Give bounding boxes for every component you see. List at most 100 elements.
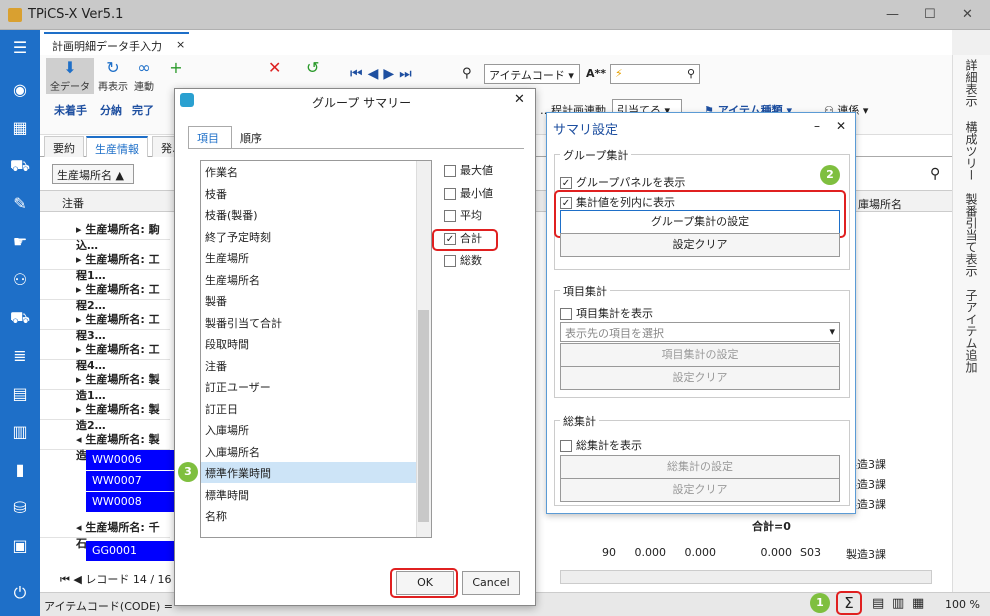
not-started-button[interactable]: 未着手 xyxy=(54,102,87,118)
list-item[interactable]: 段取時間 xyxy=(201,333,416,354)
table-row[interactable]: WW0008 xyxy=(86,492,176,512)
search-icon[interactable]: ⚲ xyxy=(687,67,695,80)
list-item[interactable]: 訂正日 xyxy=(201,398,416,419)
dialog-tab-items[interactable]: 項目 xyxy=(188,126,232,148)
cancel-button[interactable]: Cancel xyxy=(462,571,520,595)
handshake-icon[interactable]: ⚇ xyxy=(0,265,40,295)
show-group-panel-checkbox[interactable]: ✓ グループパネルを表示 xyxy=(560,174,685,190)
list-item[interactable]: 標準時間 xyxy=(201,484,416,505)
grid-search-icon[interactable]: ⚲ xyxy=(930,166,940,182)
panel-minimize-icon[interactable]: – xyxy=(814,119,820,133)
col-order-no[interactable]: 注番 xyxy=(62,195,84,211)
table-row[interactable]: GG0001 xyxy=(86,541,176,561)
show-in-column-checkbox[interactable]: ✓ 集計値を列内に表示 xyxy=(560,194,675,210)
detail-view-tab[interactable]: 詳細表示 xyxy=(963,59,980,107)
document-tab[interactable]: 計画明細データ手入力 × xyxy=(44,32,189,54)
list-item[interactable]: 注番 xyxy=(201,355,416,376)
group-row[interactable]: ▸ 生産場所名: 工程2… xyxy=(40,276,170,312)
maximize-icon[interactable]: ☐ xyxy=(924,7,936,22)
list-item[interactable]: 終了予定時刻 xyxy=(201,226,416,247)
list-item[interactable]: 入庫場所名 xyxy=(201,441,416,462)
list-item[interactable]: 生産場所名 xyxy=(201,269,416,290)
tab-summary[interactable]: 要約 xyxy=(44,136,84,157)
cancel-x-icon[interactable]: ✕ xyxy=(268,58,281,77)
item-clear-button[interactable]: 設定クリア xyxy=(560,366,840,390)
group-row[interactable]: ▸ 生産場所名: 製造2… xyxy=(40,396,170,432)
table-row[interactable]: WW0007 xyxy=(86,471,176,491)
close-icon[interactable]: ✕ xyxy=(962,7,973,22)
sigma-summary-button[interactable]: Σ xyxy=(836,591,862,615)
record-nav[interactable]: ⏮◀▶⏭ xyxy=(350,66,417,82)
list-item[interactable]: 標準作業時間 xyxy=(201,462,416,483)
inbox-icon[interactable]: ▤ xyxy=(0,379,40,409)
bar-chart-icon[interactable]: ▮ xyxy=(0,455,40,485)
group-row[interactable]: ▸ 生産場所名: 駒込… xyxy=(40,216,170,252)
chart-icon[interactable]: ▦ xyxy=(0,113,40,143)
menu-icon[interactable]: ☰ xyxy=(0,33,40,63)
robot-icon[interactable]: ◉ xyxy=(0,75,40,105)
view-grid-icon[interactable]: ▦ xyxy=(912,596,924,611)
hand-icon[interactable]: ☛ xyxy=(0,227,40,257)
list-item[interactable]: 名称 xyxy=(201,505,416,526)
view-list-icon[interactable]: ▤ xyxy=(872,596,884,611)
group-row[interactable]: ▸ 生産場所名: 工程3… xyxy=(40,306,170,342)
horizontal-scrollbar[interactable] xyxy=(560,570,932,584)
group-row[interactable]: ◂ 生産場所名: 製造3… xyxy=(40,426,170,462)
all-data-button[interactable]: ⬇ 全データ xyxy=(46,58,94,94)
summary-option-checkbox[interactable]: 平均 xyxy=(444,207,482,223)
list-item[interactable]: 製番 xyxy=(201,290,416,311)
group-row[interactable]: ▸ 生産場所名: 工程4… xyxy=(40,336,170,372)
item-settings-button[interactable]: 項目集計の設定 xyxy=(560,343,840,367)
summary-option-checkbox[interactable]: 総数 xyxy=(444,252,482,268)
show-total-checkbox[interactable]: 総集計を表示 xyxy=(560,437,642,453)
group-row[interactable]: ▸ 生産場所名: 工程1… xyxy=(40,246,170,282)
partial-button[interactable]: 分納 xyxy=(100,102,122,118)
group-row[interactable]: ▸ 生産場所名: 製造1… xyxy=(40,366,170,402)
list-item[interactable]: 訂正ユーザー xyxy=(201,376,416,397)
dialog-close-icon[interactable]: ✕ xyxy=(514,92,525,107)
wrench-icon[interactable]: ✎ xyxy=(0,189,40,219)
group-clear-button[interactable]: 設定クリア xyxy=(560,233,840,257)
truck-icon[interactable]: ⛟ xyxy=(0,303,40,333)
child-item-add-tab[interactable]: 子アイテム追加 xyxy=(963,289,980,373)
list-item[interactable]: 枝番 xyxy=(201,183,416,204)
list-item[interactable]: 入庫場所 xyxy=(201,419,416,440)
total-settings-button[interactable]: 総集計の設定 xyxy=(560,455,840,479)
database-icon[interactable]: ⛁ xyxy=(0,493,40,523)
undo-icon[interactable]: ↺ xyxy=(306,58,319,77)
target-item-select[interactable]: 表示先の項目を選択 ▾ xyxy=(560,322,840,342)
table-row[interactable]: WW0006 xyxy=(86,450,176,470)
group-field-chip[interactable]: 生産場所名 ▲ xyxy=(52,164,134,184)
list-item[interactable]: 枝番(製番) xyxy=(201,204,416,225)
list-item[interactable]: 生産場所 xyxy=(201,247,416,268)
building-icon[interactable]: ▥ xyxy=(0,417,40,447)
group-row[interactable]: ◂ 生産場所名: 千石… xyxy=(40,514,170,550)
list-scroll-thumb[interactable] xyxy=(418,310,429,522)
group-summary-settings-button[interactable]: グループ集計の設定 xyxy=(560,210,840,234)
ok-button[interactable]: OK xyxy=(396,571,454,595)
refresh-button[interactable]: ↻ 再表示 xyxy=(96,58,130,93)
total-clear-button[interactable]: 設定クリア xyxy=(560,478,840,502)
list-item[interactable]: 作業名 xyxy=(201,161,416,182)
show-item-checkbox[interactable]: 項目集計を表示 xyxy=(560,305,653,321)
tab-close-icon[interactable]: × xyxy=(176,38,185,51)
item-code-select[interactable]: アイテムコード ▾ xyxy=(484,64,580,84)
lot-assign-tab[interactable]: 製番引当て表示 xyxy=(963,193,980,277)
col-storage-place[interactable]: 庫場所名 xyxy=(858,196,902,212)
search-input[interactable]: ⚡ ⚲ xyxy=(610,64,700,84)
coins-icon[interactable]: ≣ xyxy=(0,341,40,371)
new-button[interactable]: + xyxy=(164,58,188,78)
tab-production[interactable]: 生産情報 xyxy=(86,136,148,157)
panel-close-icon[interactable]: ✕ xyxy=(836,119,846,133)
summary-option-checkbox[interactable]: 最小値 xyxy=(444,185,493,201)
dialog-tab-order[interactable]: 順序 xyxy=(240,130,262,146)
summary-option-checkbox[interactable]: 最大値 xyxy=(444,162,493,178)
forklift-icon[interactable]: ⛟ xyxy=(0,151,40,181)
power-icon[interactable]: ⏻ xyxy=(0,578,40,608)
complete-button[interactable]: 完了 xyxy=(132,102,154,118)
view-form-icon[interactable]: ▥ xyxy=(892,596,904,611)
list-item[interactable]: 製番引当て合計 xyxy=(201,312,416,333)
structure-tree-tab[interactable]: 構成ツリー xyxy=(963,121,980,181)
factory-icon[interactable]: ▣ xyxy=(0,531,40,561)
link-button[interactable]: ∞ 連動 xyxy=(130,58,158,93)
